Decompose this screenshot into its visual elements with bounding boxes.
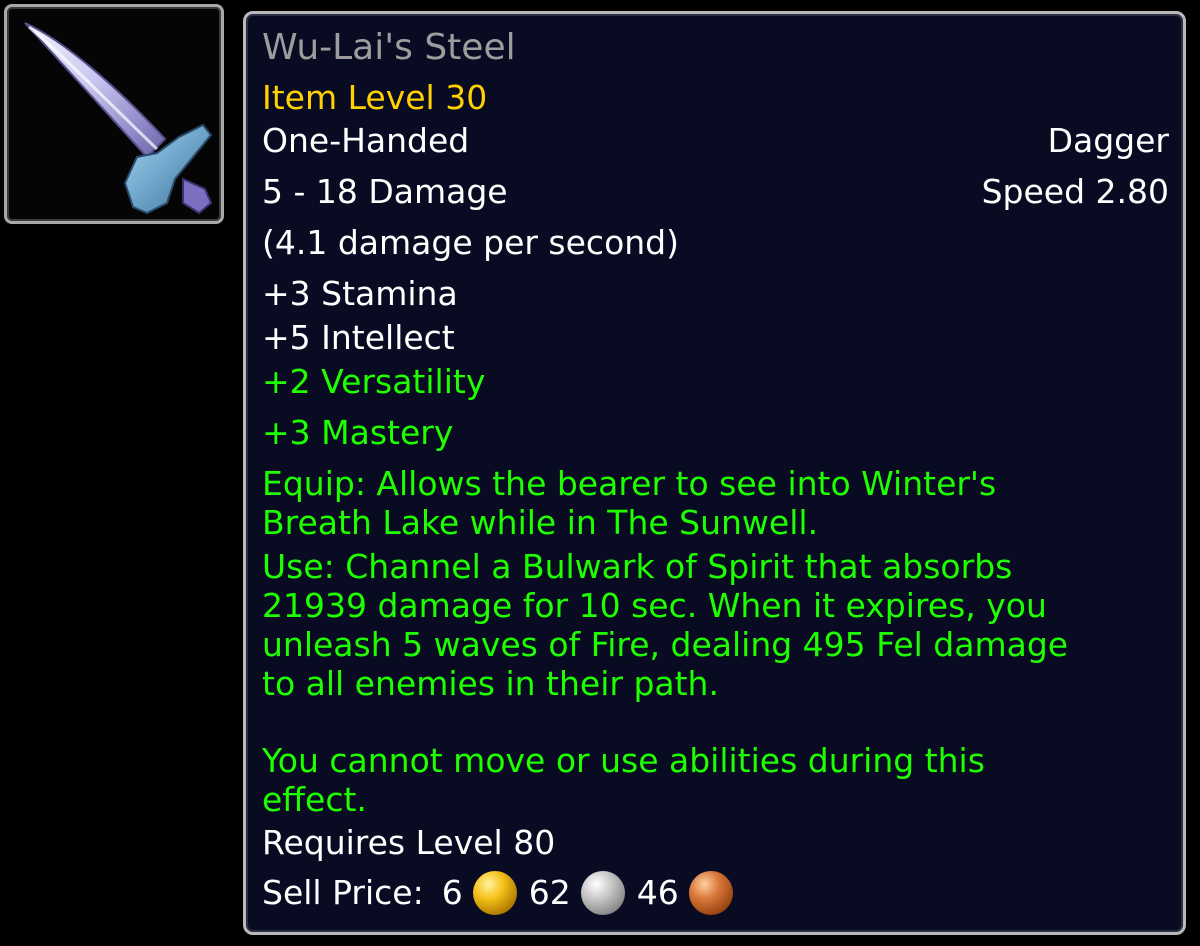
item-tooltip: Wu-Lai's Steel Item Level 30 One-Handed …	[243, 11, 1186, 935]
dps-text: (4.1 damage per second)	[262, 223, 679, 262]
use-note-line-2: effect.	[262, 780, 367, 819]
slot-row: One-Handed Dagger	[262, 121, 1169, 160]
required-level: Requires Level 80	[262, 823, 556, 862]
equip-effect-line-1: Equip: Allows the bearer to see into Win…	[262, 464, 997, 503]
stat-stamina: +3 Stamina	[262, 274, 458, 313]
weapon-type: Dagger	[1047, 121, 1169, 160]
damage-row: 5 - 18 Damage Speed 2.80	[262, 172, 1169, 211]
dagger-icon	[24, 22, 213, 215]
copper-amount: 46	[636, 872, 679, 912]
use-effect-line-2: 21939 damage for 10 sec. When it expires…	[262, 586, 1047, 625]
gold-coin-icon	[472, 871, 517, 915]
equip-effect-line-2: Breath Lake while in The Sunwell.	[262, 503, 819, 542]
stat-versatility: +2 Versatility	[262, 362, 486, 401]
sell-price-row: Sell Price: 6 62 46	[262, 870, 1169, 915]
copper-coin-icon	[688, 871, 733, 915]
item-name: Wu-Lai's Steel	[262, 27, 516, 68]
use-effect-line-3: unleash 5 waves of Fire, dealing 495 Fel…	[262, 625, 1069, 664]
gold-amount: 6	[441, 872, 463, 912]
item-level: Item Level 30	[262, 78, 488, 117]
silver-amount: 62	[528, 872, 571, 912]
use-note-line-1: You cannot move or use abilities during …	[262, 741, 985, 780]
stat-intellect: +5 Intellect	[262, 318, 455, 357]
damage-range: 5 - 18 Damage	[262, 172, 508, 211]
weapon-speed: Speed 2.80	[981, 172, 1169, 211]
stat-mastery: +3 Mastery	[262, 413, 454, 452]
item-slot: One-Handed	[262, 121, 470, 160]
sell-price-label: Sell Price:	[262, 872, 424, 912]
use-effect-line-1: Use: Channel a Bulwark of Spirit that ab…	[262, 547, 1013, 586]
use-effect-line-4: to all enemies in their path.	[262, 664, 719, 703]
item-icon-frame[interactable]	[4, 4, 224, 224]
silver-coin-icon	[580, 871, 625, 915]
